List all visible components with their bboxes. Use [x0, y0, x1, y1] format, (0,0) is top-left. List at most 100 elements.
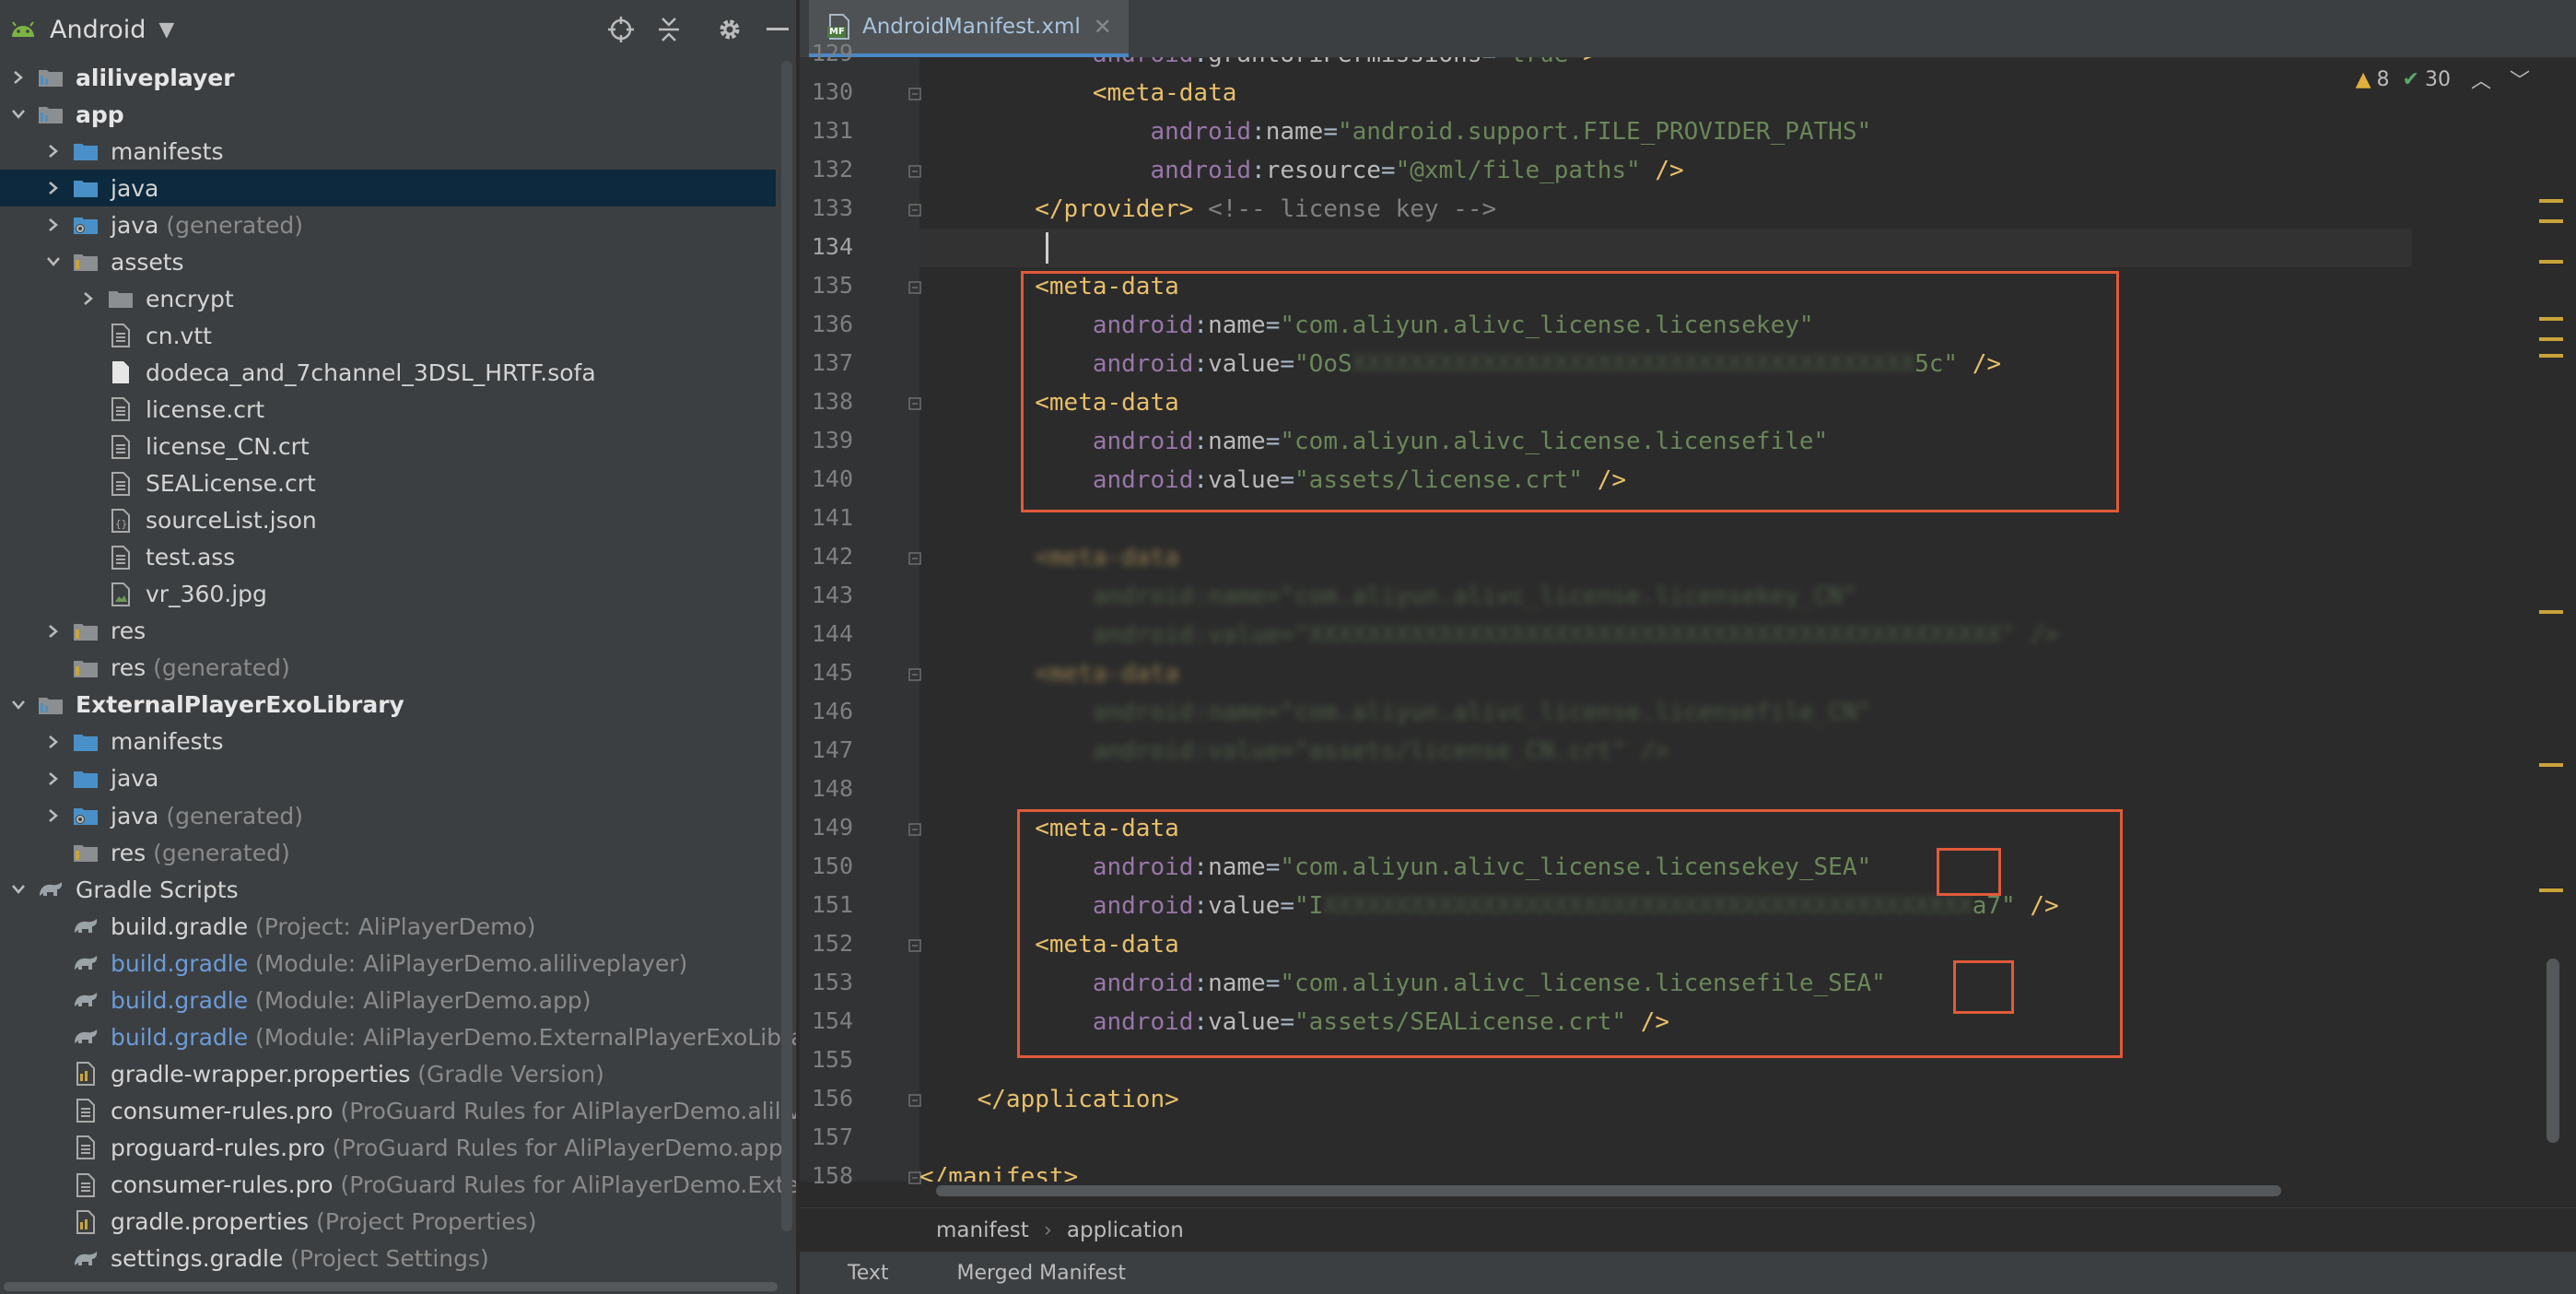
chevron-right-icon[interactable] [44, 733, 63, 751]
project-view-selector[interactable]: Android [50, 16, 146, 44]
chevron-right-icon[interactable] [44, 806, 63, 825]
chevron-right-icon[interactable] [44, 179, 63, 197]
code-line[interactable]: android:value="assets/license_CN.crt" /> [919, 732, 2412, 771]
tree-item[interactable]: dodeca_and_7channel_3DSL_HRTF.sofa [0, 354, 776, 391]
tree-item[interactable]: java (generated) [0, 797, 776, 834]
tree-item[interactable]: build.gradle (Module: AliPlayerDemo.alil… [0, 945, 776, 982]
line-number: 138 [811, 388, 853, 415]
tree-item-label: vr_360.jpg [146, 581, 267, 607]
tree-item[interactable]: Gradle Scripts [0, 871, 776, 908]
tree-item[interactable]: java [0, 760, 776, 797]
tree-item[interactable]: manifests [0, 133, 776, 170]
error-stripe-mark[interactable] [2539, 610, 2563, 614]
tree-item[interactable]: consumer-rules.pro (ProGuard Rules for A… [0, 1167, 796, 1204]
tree-item[interactable]: build.gradle (Module: AliPlayerDemo.Exte… [0, 1018, 796, 1055]
error-stripe-mark[interactable] [2539, 763, 2563, 767]
tree-item[interactable]: settings.gradle (Project Settings) [0, 1241, 776, 1277]
error-stripe-mark[interactable] [2539, 317, 2563, 321]
code-token: = [1380, 157, 1396, 184]
chevron-up-icon[interactable]: ︿ [2471, 65, 2491, 94]
code-token: : [1251, 157, 1266, 184]
code-line[interactable] [919, 1119, 2412, 1158]
breadcrumb-item-manifest[interactable]: manifest [936, 1218, 1029, 1242]
tree-item[interactable]: ExternalPlayerExoLibrary [0, 687, 776, 723]
project-tree-scrollbar[interactable] [781, 61, 792, 1231]
tree-item[interactable]: vr_360.jpg [0, 576, 776, 613]
tree-item[interactable]: license_CN.crt [0, 429, 776, 465]
tree-item[interactable]: assets [0, 243, 776, 280]
tree-item[interactable]: build.gradle (Project: AliPlayerDemo) [0, 908, 776, 945]
tree-item[interactable]: java (generated) [0, 206, 776, 243]
tree-item[interactable]: license.crt [0, 391, 776, 428]
chevron-down-icon[interactable] [9, 880, 28, 899]
inspection-widget[interactable]: ▲ 8 ✔ 30 ︿ ﹀ [2356, 65, 2530, 94]
collapse-all-icon[interactable] [652, 13, 685, 46]
error-stripe-mark[interactable] [2539, 199, 2563, 203]
tab-text[interactable]: Text [848, 1262, 889, 1285]
error-stripe-mark[interactable] [2539, 219, 2563, 223]
tab-android-manifest[interactable]: MF AndroidManifest.xml ✕ [809, 0, 1129, 57]
tab-merged-manifest[interactable]: Merged Manifest [957, 1262, 1127, 1285]
code-line[interactable]: <meta-data [919, 654, 2412, 693]
chevron-down-icon[interactable] [44, 253, 63, 271]
tree-item[interactable]: consumer-rules.pro (ProGuard Rules for A… [0, 1092, 796, 1129]
chevron-right-icon[interactable] [44, 216, 63, 234]
tree-item[interactable]: build.gradle (Module: AliPlayerDemo.app) [0, 982, 776, 1018]
minimize-icon[interactable] [761, 13, 794, 46]
code-line[interactable]: <meta-data [919, 538, 2412, 577]
code-line[interactable]: </provider> <!-- license key --> [919, 190, 2412, 229]
editor-vertical-scrollbar[interactable] [2547, 959, 2559, 1143]
chevron-right-icon[interactable] [9, 68, 28, 87]
tree-item[interactable]: gradle-wrapper.properties (Gradle Versio… [0, 1055, 776, 1092]
chevron-down-icon[interactable]: ▼ [158, 18, 174, 41]
close-icon[interactable]: ✕ [1094, 14, 1112, 40]
code-line[interactable]: </application> [919, 1080, 2412, 1119]
code-line[interactable] [919, 229, 2412, 267]
tree-item-name: manifests [111, 137, 224, 165]
tree-item[interactable]: test.ass [0, 539, 776, 576]
tree-item-name: consumer-rules.pro [111, 1097, 334, 1124]
chevron-down-icon[interactable] [9, 696, 28, 714]
breadcrumb-item-application[interactable]: application [1067, 1218, 1184, 1242]
chevron-right-icon[interactable] [44, 142, 63, 160]
tree-item[interactable]: app [0, 96, 776, 133]
tree-item[interactable]: {} sourceList.json [0, 502, 776, 539]
tree-item[interactable]: res [0, 613, 776, 650]
code-line[interactable] [919, 771, 2412, 809]
error-stripe-mark[interactable] [2539, 354, 2563, 358]
error-stripe-mark[interactable] [2539, 260, 2563, 264]
project-tree-horizontal-scrollbar[interactable] [0, 1279, 796, 1294]
tree-item[interactable]: aliliveplayer [0, 59, 776, 96]
code-line[interactable]: android:value="XXXXXXXXXXXXXXXXXXXXXXXXX… [919, 616, 2412, 654]
chevron-down-icon[interactable] [9, 105, 28, 124]
error-stripe-mark[interactable] [2539, 337, 2563, 341]
chevron-down-icon[interactable]: ﹀ [2510, 65, 2530, 94]
chevron-right-icon[interactable] [44, 770, 63, 788]
tree-item[interactable]: res (generated) [0, 834, 776, 871]
tree-item[interactable]: cn.vtt [0, 317, 776, 354]
error-stripe-mark[interactable] [2539, 888, 2563, 892]
code-line[interactable]: android:name="com.aliyun.alivc_license.l… [919, 693, 2412, 732]
gear-icon[interactable] [713, 13, 746, 46]
chevron-right-icon[interactable] [44, 622, 63, 641]
code-line[interactable]: android:grantUriPermissions="true"> [919, 57, 2412, 74]
tree-item[interactable]: SEALicense.crt [0, 465, 776, 502]
tree-item[interactable]: res (generated) [0, 650, 776, 687]
tree-item[interactable]: java [0, 170, 776, 207]
code-line[interactable]: <meta-data [919, 74, 2412, 112]
tree-item[interactable]: manifests [0, 723, 776, 760]
code-line[interactable]: android:resource="@xml/file_paths" /> [919, 151, 2412, 190]
code-area[interactable]: android:grantUriPermissions="true"> <met… [919, 57, 2412, 1182]
chevron-right-icon[interactable] [79, 289, 98, 308]
tree-item[interactable]: proguard-rules.pro (ProGuard Rules for A… [0, 1129, 792, 1166]
editor-horizontal-scrollbar[interactable] [936, 1185, 2281, 1196]
code-line[interactable]: </manifest> [919, 1158, 2412, 1182]
locate-file-icon[interactable] [604, 13, 638, 46]
tree-item[interactable]: encrypt [0, 280, 776, 317]
code-line[interactable]: android:name="android.support.FILE_PROVI… [919, 112, 2412, 151]
code-line[interactable]: android:name="com.aliyun.alivc_license.l… [919, 577, 2412, 616]
tree-item[interactable]: gradle.properties (Project Properties) [0, 1204, 776, 1241]
tree-item-name: settings.gradle [111, 1245, 284, 1273]
